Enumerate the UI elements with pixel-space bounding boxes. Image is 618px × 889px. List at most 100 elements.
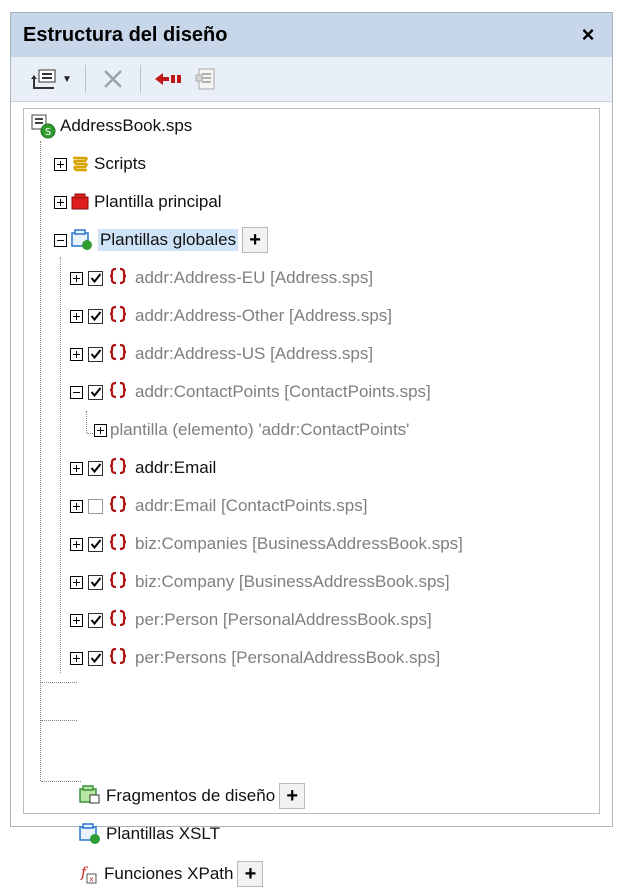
tree-connector (41, 682, 77, 683)
checkmark-icon (90, 653, 101, 664)
tree-item-sub-template[interactable]: plantilla (elemento) 'addr:ContactPoints… (94, 415, 409, 445)
template-enabled-checkbox[interactable] (88, 498, 103, 514)
expand-icon[interactable] (70, 347, 83, 361)
global-template-item[interactable]: addr:Address-Other [Address.sps] (70, 301, 392, 331)
element-template-icon (109, 647, 127, 670)
tree-connector (40, 141, 41, 781)
collapse-button[interactable] (151, 62, 185, 96)
delete-button[interactable] (96, 62, 130, 96)
add-schema-icon (31, 69, 56, 89)
add-xpath-function-button[interactable]: + (237, 861, 264, 887)
tree-connector (41, 720, 77, 721)
panel-title: Estructura del diseño (23, 23, 228, 46)
element-template-icon (109, 495, 127, 518)
checkmark-icon (90, 615, 101, 626)
tree-item-label: addr:Email (135, 458, 217, 477)
template-enabled-checkbox[interactable] (88, 460, 103, 476)
tree-item-xpath-functions[interactable]: f x Funciones XPath + (78, 859, 264, 889)
tree-item-label: Fragmentos de diseño (106, 786, 276, 805)
checkmark-icon (90, 539, 101, 550)
tree-item-label: addr:Address-Other [Address.sps] (135, 306, 393, 325)
checkmark-icon (90, 387, 101, 398)
global-template-item[interactable]: addr:ContactPoints [ContactPoints.sps] (70, 377, 431, 407)
global-template-item[interactable]: biz:Companies [BusinessAddressBook.sps] (70, 529, 463, 559)
expand-icon[interactable] (70, 271, 83, 285)
sps-file-icon: S (30, 113, 56, 139)
tree-root[interactable]: S AddressBook.sps (30, 111, 192, 141)
tree-item-global-templates[interactable]: Plantillas globales + (54, 225, 269, 255)
add-global-template-button[interactable]: + (242, 227, 269, 253)
tree-item-main-template[interactable]: Plantilla principal (54, 187, 222, 217)
delete-icon (104, 70, 122, 88)
tree-item-label: Plantilla principal (94, 192, 222, 211)
tree-item-label: biz:Company [BusinessAddressBook.sps] (135, 572, 450, 591)
global-template-item[interactable]: addr:Email (70, 453, 216, 483)
xpath-functions-icon: f x (78, 863, 100, 885)
expand-icon[interactable] (70, 537, 83, 551)
add-fragment-button[interactable]: + (279, 783, 306, 809)
element-template-icon (109, 609, 127, 632)
expand-icon[interactable] (70, 575, 83, 589)
element-template-icon (109, 381, 127, 404)
template-enabled-checkbox[interactable] (88, 346, 103, 362)
tree-item-design-fragments[interactable]: Fragmentos de diseño + (78, 781, 306, 811)
template-enabled-checkbox[interactable] (88, 574, 103, 590)
toolbar-divider (140, 65, 141, 93)
global-template-item[interactable]: per:Persons [PersonalAddressBook.sps] (70, 643, 440, 673)
global-template-item[interactable]: biz:Company [BusinessAddressBook.sps] (70, 567, 450, 597)
add-item-button[interactable]: ▼ (27, 62, 75, 96)
properties-button[interactable] (189, 62, 223, 96)
design-tree: S AddressBook.sps Scripts Plantilla prin… (23, 108, 600, 887)
tree-connector (86, 411, 87, 433)
toolbar-divider (85, 65, 86, 93)
expand-icon[interactable] (70, 461, 83, 475)
checkmark-icon (90, 349, 101, 360)
element-template-icon (109, 267, 127, 290)
template-enabled-checkbox[interactable] (88, 536, 103, 552)
template-enabled-checkbox[interactable] (88, 308, 103, 324)
global-template-item[interactable]: addr:Email [ContactPoints.sps] (70, 491, 367, 521)
expand-icon[interactable] (70, 499, 83, 513)
checkmark-icon (90, 577, 101, 588)
panel-titlebar: Estructura del diseño × (11, 13, 612, 57)
element-template-icon (109, 305, 127, 328)
tree-item-label: Plantillas globales (98, 229, 239, 251)
tree-item-label: addr:Email [ContactPoints.sps] (135, 496, 368, 515)
expand-icon[interactable] (70, 613, 83, 627)
expand-icon[interactable] (94, 423, 107, 437)
checkmark-icon (90, 273, 101, 284)
global-template-item[interactable]: addr:Address-EU [Address.sps] (70, 263, 373, 293)
svg-text:x: x (89, 876, 93, 884)
template-enabled-checkbox[interactable] (88, 612, 103, 628)
element-template-icon (109, 457, 127, 480)
scripts-icon (70, 155, 90, 173)
template-enabled-checkbox[interactable] (88, 650, 103, 666)
tree-root-label: AddressBook.sps (60, 116, 193, 135)
tree-item-label: per:Person [PersonalAddressBook.sps] (135, 610, 432, 629)
sheet-icon (195, 68, 215, 90)
design-tree-panel: Estructura del diseño × ▼ S AddressBook.… (10, 12, 613, 887)
xslt-templates-icon (78, 823, 102, 845)
tree-item-xslt-templates[interactable]: Plantillas XSLT (78, 819, 220, 849)
expand-icon[interactable] (54, 157, 67, 171)
tree-item-label: Scripts (94, 154, 146, 173)
expand-icon[interactable] (54, 195, 67, 209)
tree-item-label: Funciones XPath (104, 864, 234, 883)
tree-item-label: Plantillas XSLT (106, 824, 221, 843)
collapse-icon[interactable] (70, 385, 83, 399)
main-template-icon (70, 193, 90, 211)
close-icon[interactable]: × (576, 22, 600, 48)
global-template-item[interactable]: addr:Address-US [Address.sps] (70, 339, 373, 369)
element-template-icon (109, 533, 127, 556)
global-template-item[interactable]: per:Person [PersonalAddressBook.sps] (70, 605, 432, 635)
expand-icon[interactable] (70, 309, 83, 323)
tree-item-label: addr:Address-EU [Address.sps] (135, 268, 374, 287)
element-template-icon (109, 343, 127, 366)
expand-icon[interactable] (70, 651, 83, 665)
tree-item-scripts[interactable]: Scripts (54, 149, 146, 179)
collapse-icon[interactable] (54, 233, 67, 247)
chevron-down-icon: ▼ (62, 73, 72, 85)
template-enabled-checkbox[interactable] (88, 384, 103, 400)
global-templates-icon (70, 229, 94, 251)
template-enabled-checkbox[interactable] (88, 270, 103, 286)
